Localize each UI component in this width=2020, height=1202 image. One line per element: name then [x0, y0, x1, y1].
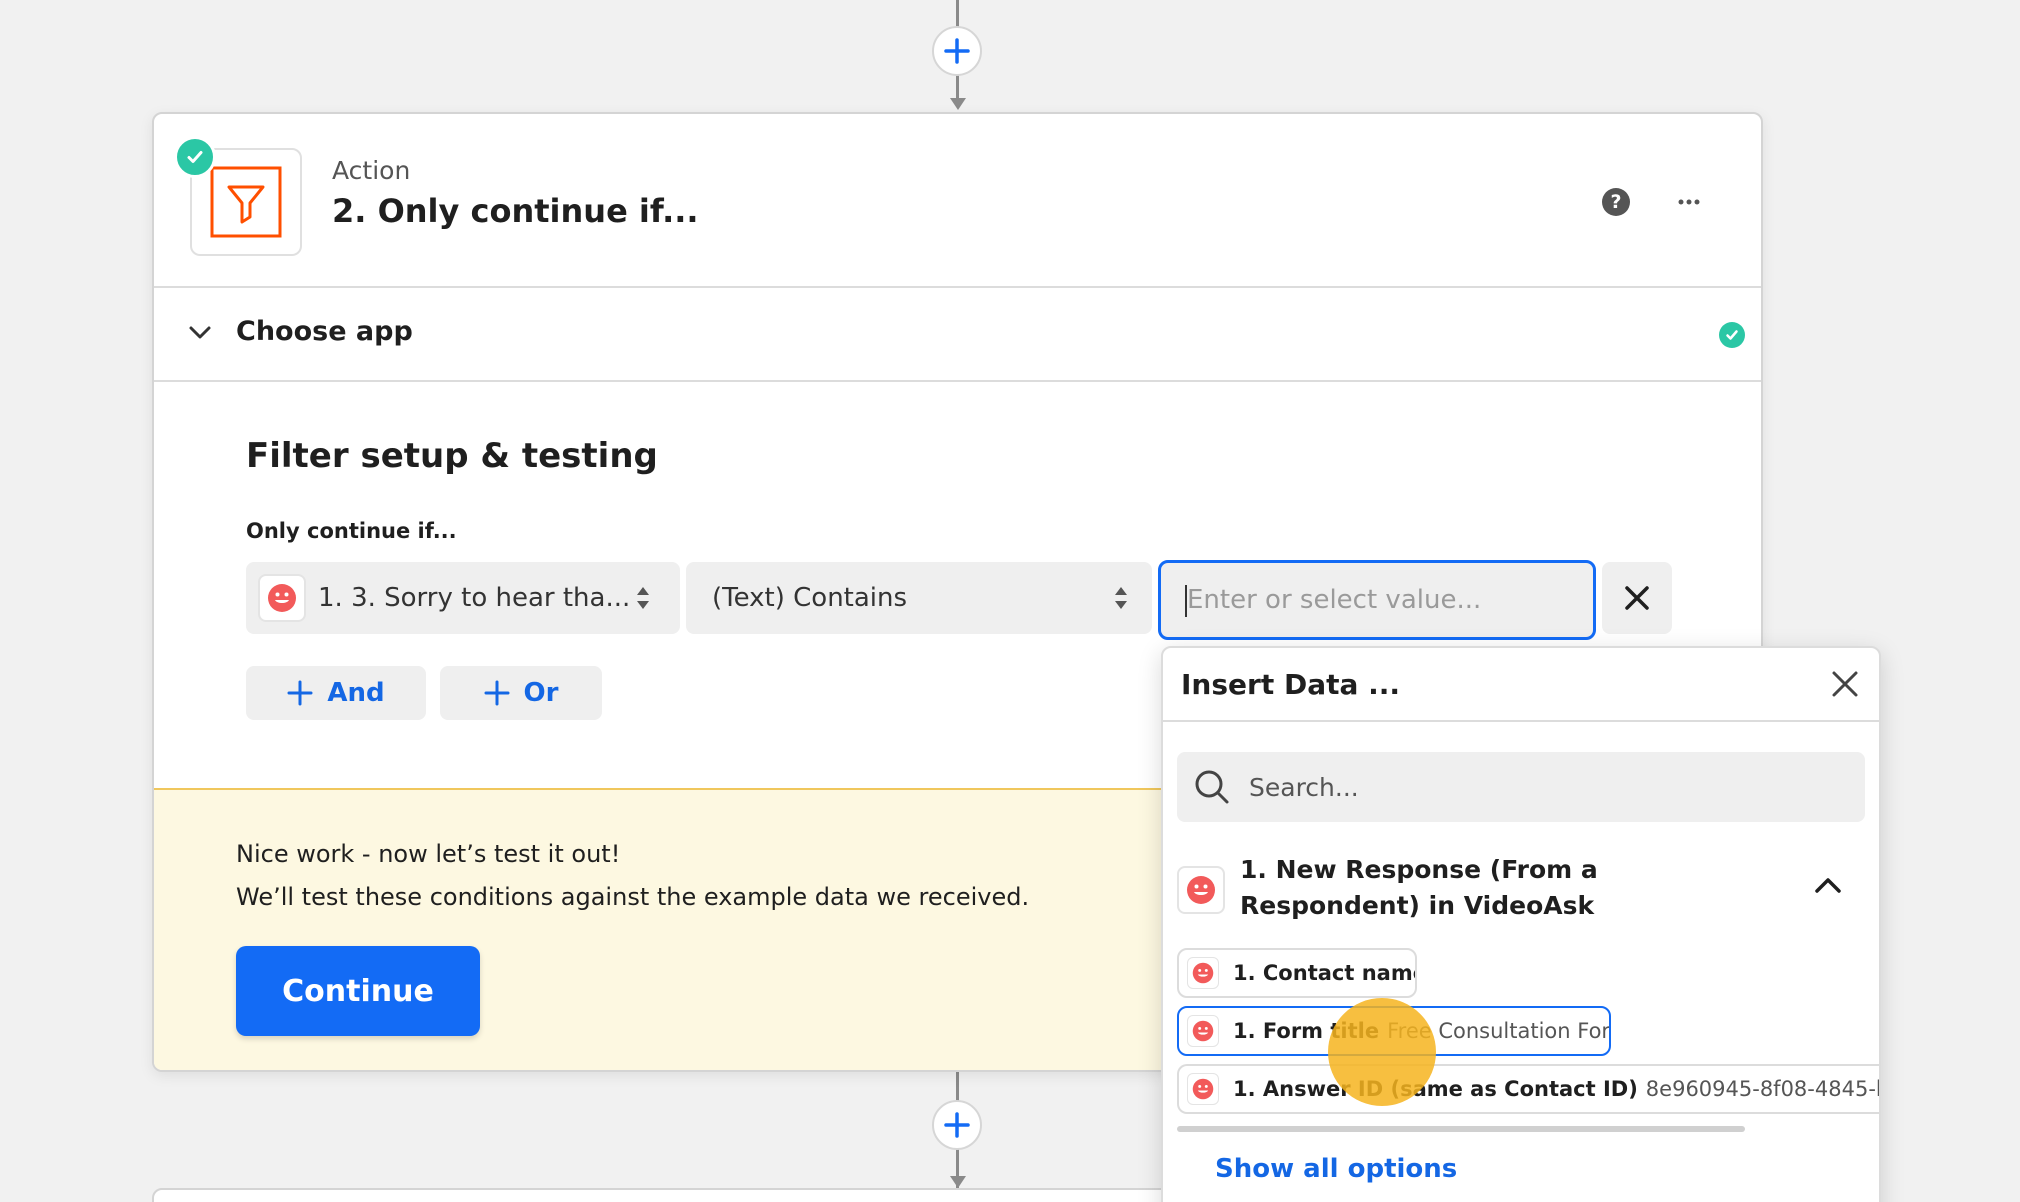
- text-caret: [1185, 585, 1187, 617]
- continue-button[interactable]: Continue: [236, 946, 480, 1036]
- search-icon: [1195, 770, 1229, 804]
- close-icon: [1625, 586, 1649, 610]
- step-kind-label: Action: [332, 156, 411, 185]
- sort-icon: [637, 587, 649, 609]
- show-all-options-link[interactable]: Show all options: [1215, 1154, 1457, 1184]
- filter-value-input[interactable]: Enter or select value...: [1158, 560, 1596, 640]
- filter-section-title: Filter setup & testing: [246, 436, 658, 476]
- close-icon[interactable]: [1829, 668, 1861, 700]
- insert-data-header: Insert Data ...: [1163, 648, 1879, 722]
- add-step-button-bottom[interactable]: [932, 1100, 982, 1150]
- chevron-up-icon[interactable]: [1811, 870, 1845, 900]
- filter-icon: [210, 166, 282, 238]
- plus-icon: [944, 38, 970, 64]
- data-option-label: 1. Contact name: [1233, 961, 1417, 985]
- step-complete-check-icon: [174, 136, 216, 178]
- filter-value-placeholder: Enter or select value...: [1187, 585, 1482, 615]
- step-header[interactable]: Action 2. Only continue if... ?: [154, 114, 1761, 288]
- filter-sub-label: Only continue if...: [246, 519, 457, 543]
- videoask-icon: [258, 574, 306, 622]
- videoask-icon: [1187, 1015, 1219, 1047]
- filter-field-value: 1. 3. Sorry to hear tha...: [318, 583, 631, 613]
- choose-app-section[interactable]: Choose app: [154, 288, 1761, 382]
- data-option-value: Free Consultation Form: [1387, 1019, 1611, 1043]
- insert-data-search-input[interactable]: Search...: [1177, 752, 1865, 822]
- data-option-form-title[interactable]: 1. Form title Free Consultation Form: [1177, 1006, 1611, 1056]
- videoask-icon: [1177, 866, 1225, 914]
- test-heading: Nice work - now let’s test it out!: [236, 840, 621, 868]
- data-source-title[interactable]: 1. New Response (From a Respondent) in V…: [1240, 852, 1780, 924]
- videoask-icon: [1187, 1073, 1219, 1105]
- insert-data-panel: Insert Data ... Search... 1. New Respons…: [1161, 646, 1881, 1202]
- remove-condition-button[interactable]: [1602, 562, 1672, 634]
- connector-arrow-bottom: [950, 1176, 966, 1188]
- filter-field-select[interactable]: 1. 3. Sorry to hear tha...: [246, 562, 680, 634]
- chevron-down-icon: [189, 326, 211, 339]
- help-icon[interactable]: ?: [1602, 188, 1630, 216]
- insert-data-title: Insert Data ...: [1181, 668, 1401, 701]
- step-title[interactable]: 2. Only continue if...: [332, 192, 699, 230]
- choose-app-label: Choose app: [236, 316, 413, 347]
- plus-icon: [944, 1112, 970, 1138]
- data-option-label: 1. Answer ID (same as Contact ID): [1233, 1077, 1638, 1101]
- more-icon[interactable]: [1674, 188, 1704, 216]
- data-option-contact-name[interactable]: 1. Contact name: [1177, 948, 1417, 998]
- sort-icon: [1115, 587, 1127, 609]
- data-option-answer-id[interactable]: 1. Answer ID (same as Contact ID) 8e9609…: [1177, 1064, 1879, 1114]
- filter-condition-select[interactable]: (Text) Contains: [686, 562, 1152, 634]
- and-label: And: [327, 678, 385, 708]
- connector-arrow-top: [950, 98, 966, 110]
- data-option-label: 1. Form title: [1233, 1019, 1380, 1043]
- filter-condition-value: (Text) Contains: [712, 583, 908, 613]
- plus-icon: [287, 680, 313, 706]
- horizontal-scrollbar[interactable]: [1177, 1126, 1745, 1132]
- add-step-button-top[interactable]: [932, 26, 982, 76]
- or-label: Or: [523, 678, 559, 708]
- add-or-button[interactable]: Or: [440, 666, 602, 720]
- search-placeholder: Search...: [1249, 772, 1359, 802]
- check-icon: [1719, 322, 1745, 348]
- videoask-icon: [1187, 957, 1219, 989]
- test-description: We’ll test these conditions against the …: [236, 883, 1030, 911]
- plus-icon: [484, 680, 510, 706]
- data-option-value: 8e960945-8f08-4845-b42b-9: [1645, 1077, 1879, 1101]
- add-and-button[interactable]: And: [246, 666, 426, 720]
